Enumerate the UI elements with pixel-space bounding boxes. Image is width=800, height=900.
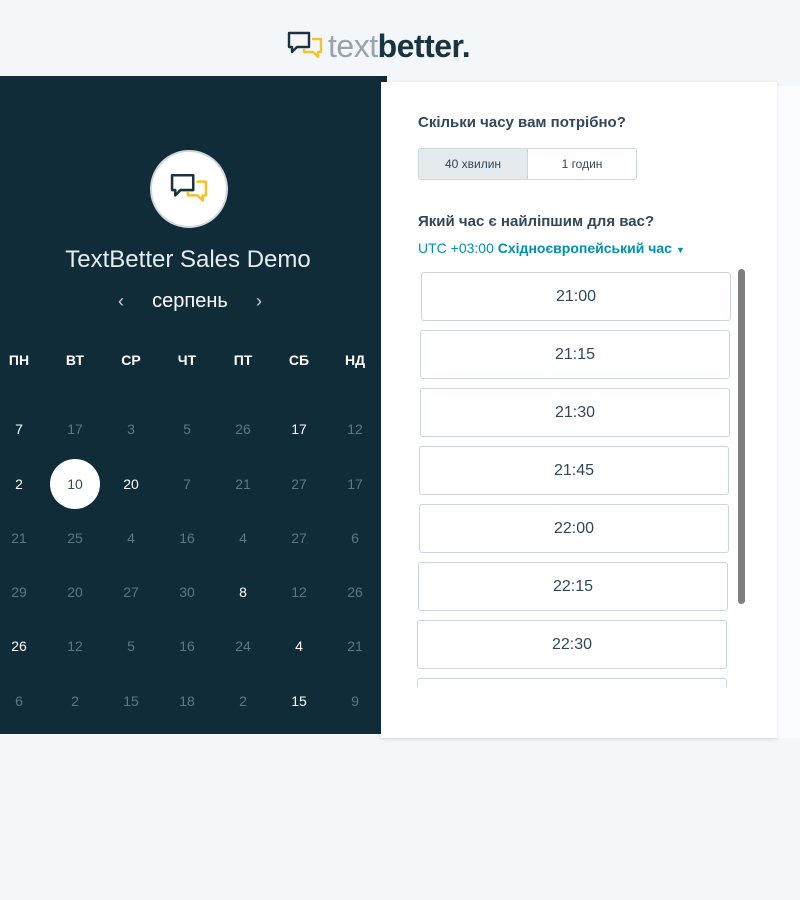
calendar-day: 27 <box>291 476 307 492</box>
weekday-label: ПТ <box>233 352 253 368</box>
time-slot[interactable]: 22:30 <box>417 620 727 669</box>
calendar-day: 12 <box>67 638 83 654</box>
calendar-day: 21 <box>235 476 251 492</box>
time-slot[interactable] <box>417 678 727 687</box>
weekday-label: СБ <box>288 352 310 368</box>
calendar-day[interactable]: 20 <box>123 476 139 492</box>
time-slot[interactable]: 22:15 <box>418 562 728 611</box>
time-slot[interactable]: 21:00 <box>421 272 731 321</box>
weekday-label: СР <box>121 352 141 368</box>
chat-bubbles-icon <box>287 31 323 59</box>
weekday-label: ПН <box>8 352 30 368</box>
calendar-day: 21 <box>347 638 363 654</box>
calendar-day: 25 <box>67 530 83 546</box>
timezone-selector[interactable]: UTC +03:00 Східноєвропейський час ▼ <box>418 240 685 256</box>
company-name: TextBetter Sales Demo <box>65 246 311 273</box>
chat-bubbles-icon <box>170 173 208 202</box>
calendar-day: 7 <box>183 476 191 492</box>
weekday-header: ПН ВТ СР ЧТ ПТ СБ НД <box>0 352 375 368</box>
logo-text: textbetter. <box>328 28 471 64</box>
calendar-day: 26 <box>347 584 363 600</box>
weekday-label: ВТ <box>65 352 85 368</box>
time-slot[interactable]: 21:15 <box>420 330 730 379</box>
calendar-day[interactable]: 2 <box>15 476 23 492</box>
calendar-week: 7 17 3 5 26 17 12 <box>0 421 375 439</box>
time-slot[interactable]: 21:45 <box>419 446 729 495</box>
calendar-day: 17 <box>67 421 83 437</box>
calendar-day: 4 <box>239 530 247 546</box>
calendar-day: 15 <box>123 693 139 709</box>
calendar-week: 26 12 5 16 24 4 21 <box>0 638 375 656</box>
calendar-day: 12 <box>291 584 307 600</box>
calendar-day: 21 <box>11 530 27 546</box>
calendar-day[interactable]: 26 <box>11 638 27 654</box>
calendar-week: 2 10 20 7 21 27 17 <box>0 459 375 509</box>
calendar-day: 17 <box>347 476 363 492</box>
calendar-day: 27 <box>123 584 139 600</box>
weekday-label: НД <box>344 352 366 368</box>
calendar-day: 27 <box>291 530 307 546</box>
calendar-day[interactable]: 8 <box>239 584 247 600</box>
calendar-day[interactable]: 4 <box>295 638 303 654</box>
chevron-right-icon[interactable]: › <box>256 291 262 312</box>
calendar-week: 21 25 4 16 4 27 6 <box>0 530 375 548</box>
calendar-day: 20 <box>67 584 83 600</box>
month-label: серпень <box>152 290 228 312</box>
calendar-day: 29 <box>11 584 27 600</box>
calendar-day[interactable]: 17 <box>291 421 307 437</box>
calendar-day: 26 <box>235 421 251 437</box>
calendar-day: 4 <box>127 530 135 546</box>
background-strip <box>777 86 800 738</box>
timezone-offset: UTC +03:00 <box>418 240 494 256</box>
calendar-day: 12 <box>347 421 363 437</box>
calendar-day: 5 <box>183 421 191 437</box>
calendar-day[interactable]: 15 <box>291 693 307 709</box>
chevron-left-icon[interactable]: ‹ <box>118 291 124 312</box>
calendar-day: 5 <box>127 638 135 654</box>
duration-toggle: 40 хвилин 1 годин <box>418 148 637 180</box>
scrollbar[interactable] <box>738 269 745 604</box>
calendar-day: 9 <box>351 693 359 709</box>
logo: textbetter. <box>286 28 471 64</box>
calendar-panel: TextBetter Sales Demo ‹ серпень › ПН ВТ … <box>0 76 387 734</box>
calendar-day: 2 <box>71 693 79 709</box>
month-navigation: ‹ серпень › <box>118 290 262 313</box>
weekday-label: ЧТ <box>177 352 197 368</box>
calendar-day[interactable]: 7 <box>15 421 23 437</box>
calendar-day: 16 <box>179 638 195 654</box>
calendar-day: 2 <box>239 693 247 709</box>
booking-panel: Скільки часу вам потрібно? 40 хвилин 1 г… <box>381 82 777 738</box>
calendar-day: 30 <box>179 584 195 600</box>
calendar-day: 24 <box>235 638 251 654</box>
time-question: Який час є найліпшим для вас? <box>418 213 655 230</box>
duration-question: Скільки часу вам потрібно? <box>418 114 626 131</box>
calendar-day: 6 <box>15 693 23 709</box>
company-avatar <box>150 150 228 228</box>
caret-down-icon: ▼ <box>675 245 685 255</box>
duration-option-1h[interactable]: 1 годин <box>528 149 636 179</box>
calendar-week: 29 20 27 30 8 12 26 <box>0 584 375 602</box>
calendar-day: 18 <box>179 693 195 709</box>
time-slot[interactable]: 21:30 <box>420 388 730 437</box>
time-slot-list: 21:00 21:15 21:30 21:45 22:00 22:15 22:3… <box>417 272 732 687</box>
calendar-week: 6 2 15 18 2 15 9 <box>0 693 375 711</box>
time-slot[interactable]: 22:00 <box>419 504 729 553</box>
calendar-day: 16 <box>179 530 195 546</box>
timezone-name: Східноєвропейський час <box>497 240 672 256</box>
calendar-day: 3 <box>127 421 135 437</box>
selected-calendar-day[interactable]: 10 <box>50 459 100 509</box>
duration-option-40min[interactable]: 40 хвилин <box>419 149 528 179</box>
calendar-day: 6 <box>351 530 359 546</box>
